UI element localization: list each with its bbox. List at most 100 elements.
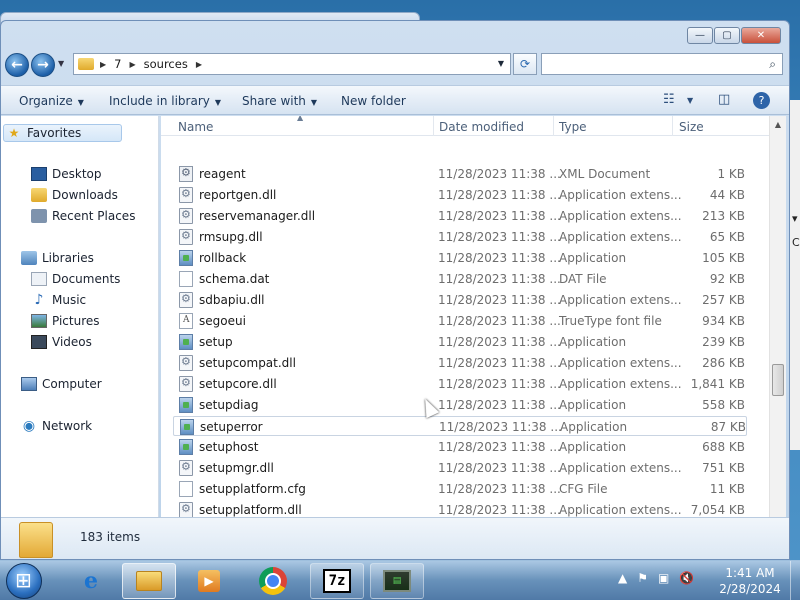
file-row[interactable]: reagent 11/28/2023 11:38 ...XML Document 1… bbox=[173, 164, 747, 184]
file-size: 7,054 KB bbox=[690, 503, 745, 517]
arrow-left-icon: ← bbox=[11, 57, 23, 73]
include-in-library-menu[interactable]: Include in library ▼ bbox=[109, 94, 221, 108]
file-row[interactable]: rmsupg.dll 11/28/2023 11:38 ...Applicatio… bbox=[173, 227, 747, 247]
close-button[interactable]: ✕ bbox=[741, 27, 781, 44]
vertical-scrollbar[interactable]: ▲ ▼ bbox=[769, 116, 786, 537]
file-row[interactable]: setupplatform.dll 11/28/2023 11:38 ...App… bbox=[173, 500, 747, 517]
file-date: 11/28/2023 11:38 ... bbox=[438, 356, 561, 370]
maximize-button[interactable]: ▢ bbox=[714, 27, 740, 44]
breadcrumb-sources[interactable]: sources bbox=[144, 57, 188, 71]
taskbar-chrome[interactable] bbox=[246, 563, 300, 599]
nav-network[interactable]: ◉ Network bbox=[21, 418, 92, 434]
scrollbar-thumb[interactable] bbox=[772, 364, 784, 396]
app-icon bbox=[180, 419, 194, 435]
file-type: Application bbox=[559, 440, 627, 454]
file-size: 1 KB bbox=[717, 167, 745, 181]
organize-menu[interactable]: Organize ▼ bbox=[19, 94, 84, 108]
volume-muted-icon[interactable]: 🔇 bbox=[679, 571, 694, 585]
breadcrumb-7[interactable]: 7 bbox=[114, 57, 121, 71]
file-row[interactable]: schema.dat 11/28/2023 11:38 ... DAT File 92… bbox=[173, 269, 747, 289]
network-status-icon[interactable]: ▣ bbox=[658, 571, 669, 585]
view-options-icon[interactable]: ☷ bbox=[663, 92, 675, 107]
search-input[interactable] bbox=[546, 55, 756, 73]
nav-music[interactable]: ♪ Music bbox=[31, 292, 87, 308]
file-row[interactable]: segoeui 11/28/2023 11:38 ...TrueType font… bbox=[173, 311, 747, 331]
share-with-menu[interactable]: Share with ▼ bbox=[242, 94, 317, 108]
nav-recent-places[interactable]: Recent Places bbox=[31, 209, 135, 223]
file-row[interactable]: setup 11/28/2023 11:38 ... Application 239 … bbox=[173, 332, 747, 352]
nav-libraries[interactable]: Libraries bbox=[21, 251, 94, 265]
file-row[interactable]: setupcompat.dll 11/28/2023 11:38 ...Appli… bbox=[173, 353, 747, 373]
xml-icon bbox=[179, 166, 193, 182]
taskbar-internet-explorer[interactable]: e bbox=[64, 563, 118, 599]
clock[interactable]: 1:41 AM 2/28/2024 bbox=[712, 565, 788, 597]
forward-button[interactable]: → bbox=[31, 53, 55, 77]
file-size: 105 KB bbox=[702, 251, 745, 265]
chevron-down-icon[interactable]: ▼ bbox=[687, 96, 693, 105]
breadcrumb-separator-icon[interactable]: ▶ bbox=[196, 60, 202, 69]
column-header-date-modified[interactable]: Date modified bbox=[439, 120, 524, 134]
help-icon[interactable]: ? bbox=[753, 92, 770, 109]
column-header-type[interactable]: Type bbox=[559, 120, 587, 134]
breadcrumb-separator-icon[interactable]: ▶ bbox=[129, 60, 135, 69]
address-bar[interactable]: ▶ 7 ▶ sources ▶ ▼ bbox=[73, 53, 511, 75]
scroll-up-icon[interactable]: ▲ bbox=[770, 116, 786, 132]
column-divider[interactable] bbox=[553, 116, 554, 136]
file-row[interactable]: setupcore.dll 11/28/2023 11:38 ...Applica… bbox=[173, 374, 747, 394]
column-divider[interactable] bbox=[672, 116, 673, 136]
new-folder-button[interactable]: New folder bbox=[341, 94, 406, 108]
search-box[interactable]: ⌕ bbox=[541, 53, 783, 75]
nav-downloads[interactable]: Downloads bbox=[31, 188, 118, 202]
show-desktop-button[interactable] bbox=[790, 561, 800, 600]
file-row[interactable]: setuperror 11/28/2023 11:38 ... Applicatio… bbox=[173, 416, 747, 436]
file-row[interactable]: setuphost 11/28/2023 11:38 ... Application… bbox=[173, 437, 747, 457]
breadcrumb-separator-icon[interactable]: ▶ bbox=[100, 60, 106, 69]
nav-documents[interactable]: Documents bbox=[31, 272, 120, 286]
chevron-down-icon: ▾ bbox=[792, 212, 798, 225]
column-header-size[interactable]: Size bbox=[679, 120, 704, 134]
internet-explorer-icon: e bbox=[84, 568, 98, 594]
nav-favorites[interactable]: ★ Favorites bbox=[3, 124, 123, 142]
file-date: 11/28/2023 11:38 ... bbox=[438, 188, 561, 202]
search-icon[interactable]: ⌕ bbox=[769, 57, 776, 72]
file-row[interactable]: setupmgr.dll 11/28/2023 11:38 ...Applicat… bbox=[173, 458, 747, 478]
refresh-button[interactable]: ⟳ bbox=[513, 53, 537, 75]
nav-computer[interactable]: Computer bbox=[21, 377, 102, 391]
file-date: 11/28/2023 11:38 ... bbox=[438, 398, 561, 412]
taskbar-monitor-app[interactable]: ▤ bbox=[370, 563, 424, 599]
font-icon bbox=[179, 313, 193, 329]
taskbar-7zip[interactable]: 7z bbox=[310, 563, 364, 599]
taskbar-file-explorer[interactable] bbox=[122, 563, 176, 599]
file-date: 11/28/2023 11:38 ... bbox=[438, 209, 561, 223]
file-row[interactable]: sdbapiu.dll 11/28/2023 11:38 ...Applicati… bbox=[173, 290, 747, 310]
file-row[interactable]: reservemanager.dll 11/28/2023 11:38 ...Ap… bbox=[173, 206, 747, 226]
start-button[interactable] bbox=[6, 563, 42, 599]
nav-desktop[interactable]: Desktop bbox=[31, 167, 102, 181]
nav-videos[interactable]: Videos bbox=[31, 335, 92, 349]
minimize-button[interactable]: — bbox=[687, 27, 713, 44]
preview-pane-icon[interactable]: ◫ bbox=[718, 92, 730, 107]
back-button[interactable]: ← bbox=[5, 53, 29, 77]
file-row[interactable]: reportgen.dll 11/28/2023 11:38 ...Applica… bbox=[173, 185, 747, 205]
file-row[interactable]: rollback 11/28/2023 11:38 ... Application 1… bbox=[173, 248, 747, 268]
column-divider[interactable] bbox=[433, 116, 434, 136]
taskbar-media-player[interactable]: ▶ bbox=[182, 563, 236, 599]
dll-icon bbox=[179, 292, 193, 308]
address-dropdown-icon[interactable]: ▼ bbox=[498, 59, 504, 68]
file-size: 751 KB bbox=[702, 461, 745, 475]
desktop-icon bbox=[31, 167, 47, 181]
file-row[interactable]: setupdiag 11/28/2023 11:38 ... Application… bbox=[173, 395, 747, 415]
column-header-name[interactable]: Name bbox=[178, 120, 213, 134]
flag-icon[interactable]: ⚑ bbox=[637, 571, 648, 585]
sort-ascending-icon: ▲ bbox=[297, 116, 304, 122]
file-type: Application extens... bbox=[559, 293, 682, 307]
file-name: setupdiag bbox=[199, 398, 259, 412]
file-date: 11/28/2023 11:38 ... bbox=[438, 251, 561, 265]
file-row[interactable]: setupplatform.cfg 11/28/2023 11:38 ... CFG… bbox=[173, 479, 747, 499]
star-icon: ★ bbox=[8, 126, 20, 140]
refresh-icon: ⟳ bbox=[519, 57, 531, 71]
recent-pages-dropdown[interactable]: ▼ bbox=[58, 59, 64, 68]
nav-pictures[interactable]: Pictures bbox=[31, 314, 100, 328]
file-type: Application extens... bbox=[559, 188, 682, 202]
show-hidden-icons-icon[interactable]: ▲ bbox=[618, 571, 627, 585]
